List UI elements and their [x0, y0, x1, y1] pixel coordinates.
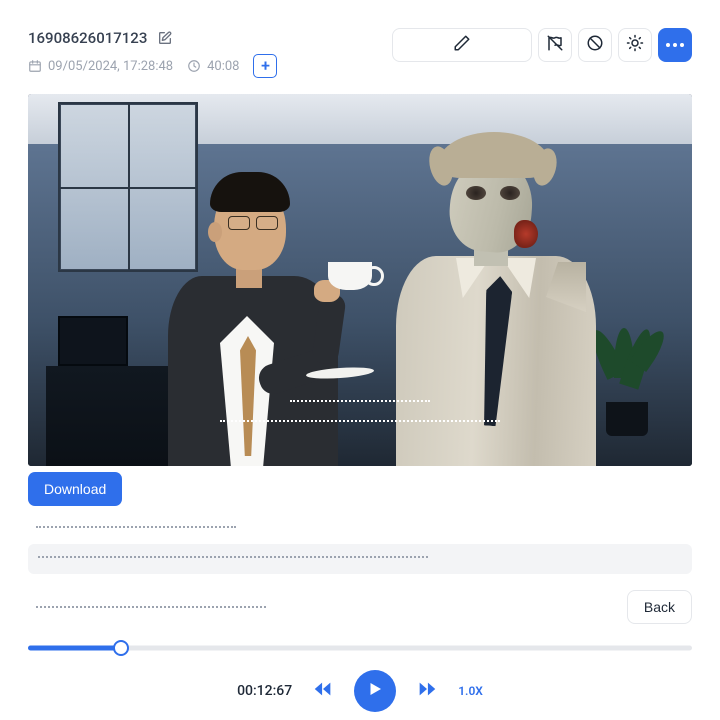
playback-speed-toggle[interactable]: 1.0X	[458, 684, 483, 698]
disable-button[interactable]	[578, 28, 612, 62]
video-player[interactable]	[28, 94, 692, 466]
transcript-line	[36, 526, 236, 534]
download-button[interactable]: Download	[28, 472, 122, 506]
play-button[interactable]	[354, 670, 396, 712]
calendar-icon	[28, 59, 42, 73]
transcript-block-active[interactable]	[28, 544, 692, 574]
rewind-button[interactable]	[312, 678, 334, 704]
rewind-icon	[312, 678, 334, 704]
forward-button[interactable]	[416, 678, 438, 704]
subtitle-line-1	[290, 400, 430, 402]
flag-off-button[interactable]	[538, 28, 572, 62]
progress-slider[interactable]	[28, 640, 692, 656]
more-icon	[666, 43, 684, 47]
sun-icon	[626, 34, 644, 56]
theme-toggle-button[interactable]	[618, 28, 652, 62]
play-icon	[366, 680, 384, 702]
subtitle-line-2	[220, 420, 500, 422]
plus-icon: +	[261, 58, 270, 74]
add-tag-button[interactable]: +	[253, 54, 277, 78]
slider-thumb[interactable]	[113, 640, 129, 656]
clock-icon	[187, 59, 201, 73]
record-id: 16908626017123	[28, 29, 147, 47]
current-time: 00:12:67	[237, 683, 292, 699]
back-button[interactable]: Back	[627, 590, 692, 624]
forward-icon	[416, 678, 438, 704]
pencil-icon	[453, 34, 471, 56]
record-datetime: 09/05/2024, 17:28:48	[48, 59, 173, 74]
edit-title-button[interactable]	[155, 28, 175, 48]
transcript-line	[36, 606, 266, 608]
record-duration: 40:08	[207, 59, 239, 74]
annotate-button[interactable]	[392, 28, 532, 62]
more-actions-button[interactable]	[658, 28, 692, 62]
transcript-line	[38, 556, 428, 564]
flag-off-icon	[546, 34, 564, 56]
video-person-right	[378, 136, 608, 466]
ban-icon	[586, 34, 604, 56]
